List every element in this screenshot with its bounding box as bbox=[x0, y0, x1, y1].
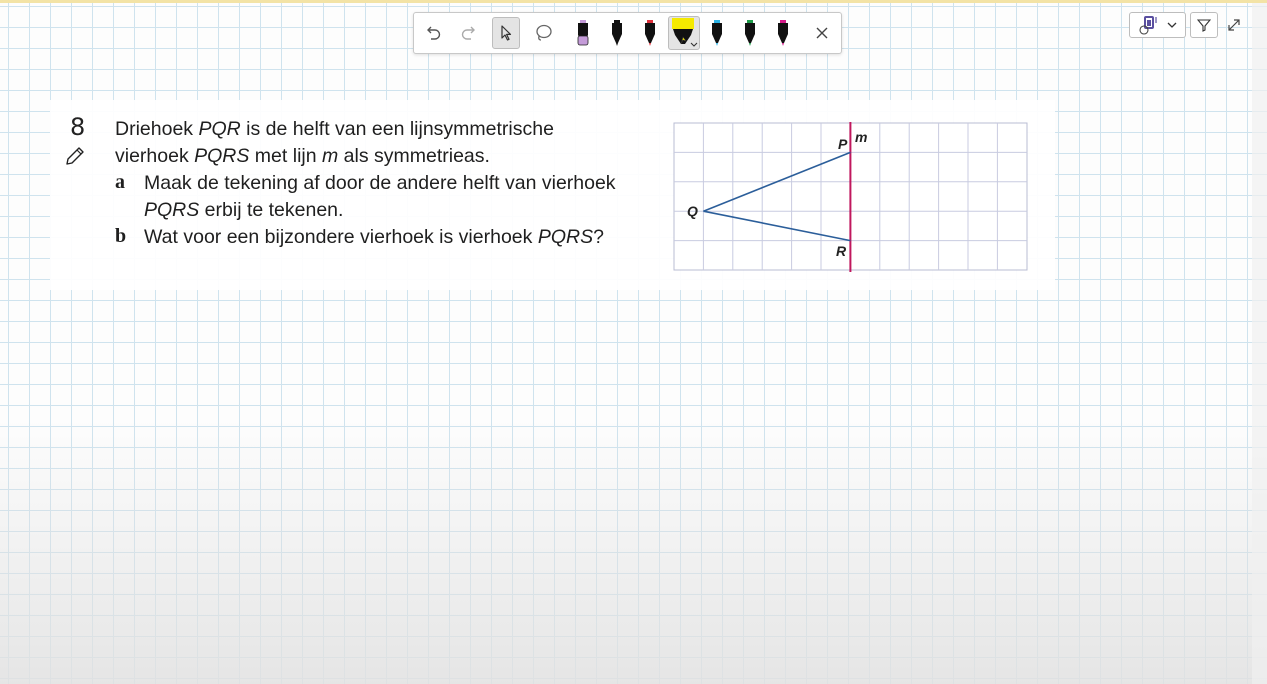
a-text: erbij te tekenen. bbox=[199, 199, 344, 221]
select-tool-button[interactable] bbox=[492, 17, 520, 49]
expand-icon bbox=[1228, 19, 1240, 31]
funnel-icon bbox=[1197, 19, 1211, 32]
redo-icon bbox=[461, 26, 475, 40]
filter-button[interactable] bbox=[1190, 12, 1218, 38]
exercise-intro: Driehoek PQR is de helft van een lijnsym… bbox=[115, 116, 655, 170]
pen-magenta-button[interactable] bbox=[769, 18, 797, 48]
scroll-edge bbox=[1252, 0, 1267, 684]
exercise-number: 8 bbox=[70, 113, 86, 141]
intro-text: Driehoek bbox=[115, 118, 199, 140]
intro-text: met lijn bbox=[249, 145, 322, 167]
lasso-tool-button[interactable] bbox=[530, 18, 558, 48]
triangle-figure: P Q R m bbox=[673, 122, 1028, 272]
chevron-down-icon bbox=[690, 42, 698, 47]
expand-button[interactable] bbox=[1222, 12, 1246, 38]
undo-button[interactable] bbox=[419, 18, 447, 48]
marker-icon bbox=[712, 20, 722, 46]
subquestion-b-text: Wat voor een bijzondere vierhoek is vier… bbox=[144, 224, 654, 251]
marker-icon bbox=[577, 20, 589, 46]
b-text: Wat voor een bijzondere vierhoek is vier… bbox=[144, 226, 538, 248]
a-text: Maak de tekening af door de andere helft… bbox=[144, 172, 616, 194]
b-pqrs: PQRS bbox=[537, 226, 594, 248]
chevron-down-icon bbox=[1167, 22, 1176, 28]
undo-icon bbox=[427, 26, 441, 40]
label-p: P bbox=[838, 136, 848, 152]
cursor-icon bbox=[501, 25, 512, 41]
highlighter-yellow-button[interactable] bbox=[668, 16, 700, 50]
label-m: m bbox=[855, 129, 867, 145]
pen-black-button[interactable] bbox=[603, 18, 631, 48]
intro-text: als symmetrieas. bbox=[338, 145, 490, 167]
marker-icon bbox=[612, 20, 622, 46]
redo-button[interactable] bbox=[455, 18, 483, 48]
pen-blue-button[interactable] bbox=[703, 18, 731, 48]
lasso-icon bbox=[536, 24, 552, 41]
intro-text: is de helft van een lijnsymmetrische bbox=[240, 118, 554, 140]
marker-icon bbox=[778, 20, 788, 46]
marker-icon bbox=[645, 20, 655, 46]
pen-red-button[interactable] bbox=[636, 18, 664, 48]
close-toolbar-button[interactable] bbox=[808, 18, 836, 48]
label-q: Q bbox=[687, 203, 698, 219]
bottom-fade bbox=[0, 420, 1267, 684]
b-text: ? bbox=[593, 226, 604, 248]
a-pqrs: PQRS bbox=[144, 199, 200, 221]
annotation-toolbar bbox=[413, 12, 842, 54]
subquestion-b-label: b bbox=[115, 225, 127, 247]
subquestion-a-label: a bbox=[115, 171, 125, 193]
tool-menu-icon bbox=[1138, 16, 1157, 35]
pen-green-button[interactable] bbox=[736, 18, 764, 48]
intro-pqr: PQR bbox=[198, 118, 241, 140]
top-accent-line bbox=[0, 0, 1267, 3]
marker-icon bbox=[745, 20, 755, 46]
subquestion-a-text: Maak de tekening af door de andere helft… bbox=[144, 170, 654, 224]
label-r: R bbox=[836, 243, 847, 259]
highlighter-icon bbox=[672, 18, 698, 47]
tool-menu-dropdown[interactable] bbox=[1129, 12, 1186, 38]
pen-lilac-button[interactable] bbox=[569, 18, 597, 48]
intro-pqrs: PQRS bbox=[194, 145, 250, 167]
pencil-icon bbox=[66, 147, 84, 165]
close-icon bbox=[816, 27, 828, 39]
intro-m: m bbox=[322, 145, 339, 167]
intro-text: vierhoek bbox=[115, 145, 195, 167]
